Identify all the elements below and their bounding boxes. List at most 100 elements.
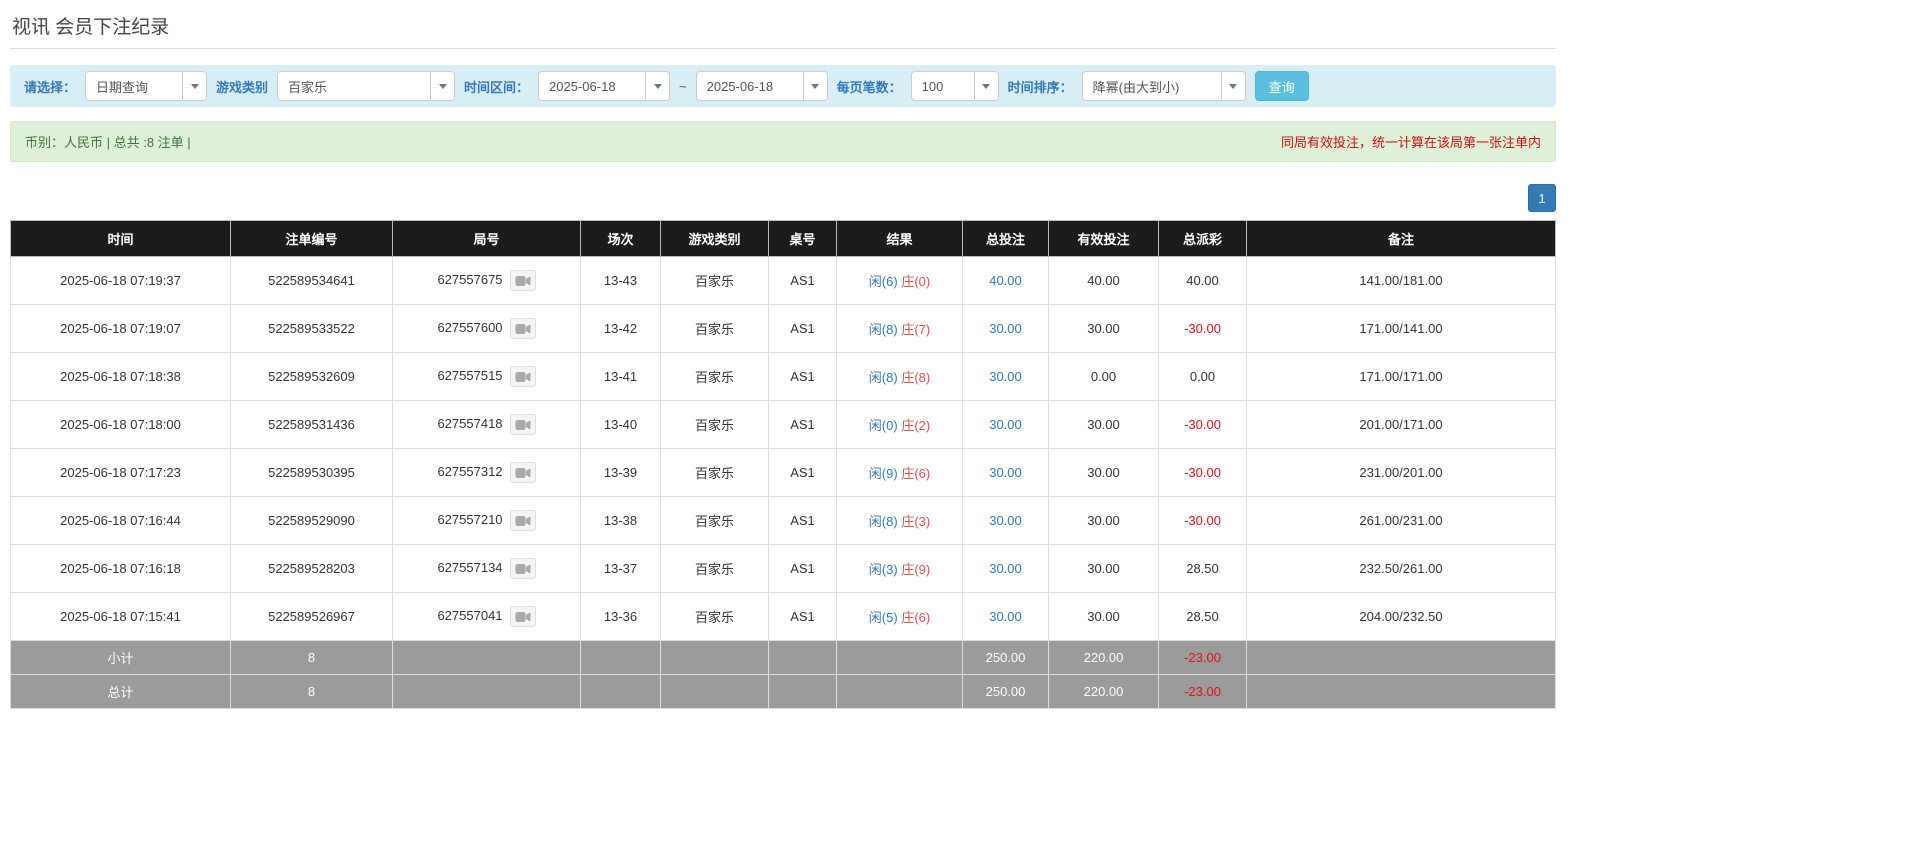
cell-bet-id: 522589526967 xyxy=(230,592,393,641)
cell-valid-bet: 40.00 xyxy=(1048,256,1159,305)
filter-label-sort: 时间排序： xyxy=(1007,79,1073,95)
round-number: 627557675 xyxy=(437,271,503,287)
video-replay-icon[interactable] xyxy=(509,366,536,387)
cell-total-bet[interactable]: 30.00 xyxy=(962,352,1049,401)
cell-bet-id: 522589529090 xyxy=(230,496,393,545)
cell-total-bet[interactable]: 30.00 xyxy=(962,496,1049,545)
page-size-select[interactable]: 100 xyxy=(910,71,999,101)
cell-round: 627557418 xyxy=(392,400,581,449)
cell-total-bet[interactable]: 30.00 xyxy=(962,544,1049,593)
cell-round: 627557210 xyxy=(392,496,581,545)
cell-bet-id: 522589528203 xyxy=(230,544,393,593)
col-header-time: 时间 xyxy=(10,220,231,257)
cell-total-bet[interactable]: 30.00 xyxy=(962,304,1049,353)
result-banker: 庄(6) xyxy=(901,466,931,481)
cell-game: 百家乐 xyxy=(660,592,769,641)
date-to-select[interactable]: 2025-06-18 xyxy=(695,71,828,101)
cell-time: 2025-06-18 07:16:44 xyxy=(10,496,231,545)
video-replay-icon[interactable] xyxy=(509,414,536,435)
sort-value: 降幂(由大到小) xyxy=(1092,79,1180,95)
filter-label-date-range: 时间区间： xyxy=(464,79,530,95)
search-button[interactable]: 查询 xyxy=(1254,71,1309,101)
cell-session: 13-36 xyxy=(580,592,661,641)
video-replay-icon[interactable] xyxy=(509,510,536,531)
cell-valid-bet: 30.00 xyxy=(1048,592,1159,641)
filter-label-select: 请选择： xyxy=(24,79,77,95)
cell-session: 13-40 xyxy=(580,400,661,449)
col-header-payout: 总派彩 xyxy=(1158,220,1247,257)
result-banker: 庄(2) xyxy=(901,418,931,433)
page-size-value: 100 xyxy=(921,78,944,94)
cell-total-bet[interactable]: 30.00 xyxy=(962,592,1049,641)
cell-payout: -30.00 xyxy=(1158,496,1247,545)
chevron-down-icon xyxy=(430,72,455,100)
cell-game: 百家乐 xyxy=(660,496,769,545)
chevron-down-icon xyxy=(1220,72,1245,100)
round-number: 627557210 xyxy=(437,511,503,527)
cell-note: 261.00/231.00 xyxy=(1246,496,1556,545)
cell-payout: 40.00 xyxy=(1158,256,1247,305)
video-replay-icon[interactable] xyxy=(509,558,536,579)
date-from-select[interactable]: 2025-06-18 xyxy=(538,71,671,101)
total-valid-bet: 220.00 xyxy=(1048,674,1159,709)
table-row: 2025-06-18 07:19:07 522589533522 6275576… xyxy=(10,304,1556,353)
result-banker: 庄(7) xyxy=(901,322,931,337)
summary-note-text: 同局有效投注，统一计算在该局第一张注单内 xyxy=(1280,135,1541,150)
result-banker: 庄(3) xyxy=(901,514,931,529)
query-type-select[interactable]: 日期查询 xyxy=(85,71,208,101)
date-range-tilde: ~ xyxy=(679,78,687,94)
records-table: 时间 注单编号 局号 场次 游戏类别 桌号 结果 总投注 有效投注 总派彩 备注… xyxy=(10,220,1556,709)
video-replay-icon[interactable] xyxy=(509,318,536,339)
result-player: 闲(8) xyxy=(868,370,898,385)
col-header-table-no: 桌号 xyxy=(768,220,837,257)
subtotal-label: 小计 xyxy=(10,640,231,675)
cell-result: 闲(8) 庄(3) xyxy=(836,496,963,545)
table-row: 2025-06-18 07:17:23 522589530395 6275573… xyxy=(10,448,1556,497)
cell-note: 171.00/141.00 xyxy=(1246,304,1556,353)
round-number: 627557041 xyxy=(437,607,503,623)
filter-label-page-size: 每页笔数： xyxy=(836,79,902,95)
table-row: 2025-06-18 07:15:41 522589526967 6275570… xyxy=(10,592,1556,641)
video-replay-icon[interactable] xyxy=(509,462,536,483)
col-header-valid-bet: 有效投注 xyxy=(1048,220,1159,257)
page-button-1[interactable]: 1 xyxy=(1528,184,1556,212)
cell-round: 627557312 xyxy=(392,448,581,497)
sort-select[interactable]: 降幂(由大到小) xyxy=(1081,71,1246,101)
cell-time: 2025-06-18 07:17:23 xyxy=(10,448,231,497)
cell-payout: -30.00 xyxy=(1158,400,1247,449)
cell-round: 627557600 xyxy=(392,304,581,353)
cell-valid-bet: 30.00 xyxy=(1048,400,1159,449)
cell-total-bet[interactable]: 30.00 xyxy=(962,400,1049,449)
cell-bet-id: 522589531436 xyxy=(230,400,393,449)
cell-session: 13-42 xyxy=(580,304,661,353)
table-row: 2025-06-18 07:18:00 522589531436 6275574… xyxy=(10,400,1556,449)
cell-table-no: AS1 xyxy=(768,400,837,449)
chevron-down-icon xyxy=(802,72,827,100)
result-banker: 庄(0) xyxy=(901,274,931,289)
cell-payout: -30.00 xyxy=(1158,448,1247,497)
video-replay-icon[interactable] xyxy=(509,270,536,291)
chevron-down-icon xyxy=(645,72,670,100)
cell-note: 201.00/171.00 xyxy=(1246,400,1556,449)
cell-total-bet[interactable]: 40.00 xyxy=(962,256,1049,305)
video-replay-icon[interactable] xyxy=(509,606,536,627)
cell-round: 627557134 xyxy=(392,544,581,593)
game-type-select[interactable]: 百家乐 xyxy=(277,71,456,101)
subtotal-payout: -23.00 xyxy=(1158,640,1247,675)
round-number: 627557600 xyxy=(437,319,503,335)
cell-result: 闲(8) 庄(7) xyxy=(836,304,963,353)
result-player: 闲(3) xyxy=(868,562,898,577)
query-type-value: 日期查询 xyxy=(96,79,149,95)
round-number: 627557134 xyxy=(437,559,503,575)
result-player: 闲(6) xyxy=(868,274,898,289)
cell-valid-bet: 30.00 xyxy=(1048,448,1159,497)
cell-time: 2025-06-18 07:19:37 xyxy=(10,256,231,305)
cell-result: 闲(3) 庄(9) xyxy=(836,544,963,593)
total-payout: -23.00 xyxy=(1158,674,1247,709)
result-player: 闲(8) xyxy=(868,322,898,337)
subtotal-row: 小计 8 250.00 220.00 -23.00 xyxy=(10,640,1556,675)
cell-game: 百家乐 xyxy=(660,352,769,401)
cell-total-bet[interactable]: 30.00 xyxy=(962,448,1049,497)
cell-game: 百家乐 xyxy=(660,544,769,593)
cell-bet-id: 522589532609 xyxy=(230,352,393,401)
